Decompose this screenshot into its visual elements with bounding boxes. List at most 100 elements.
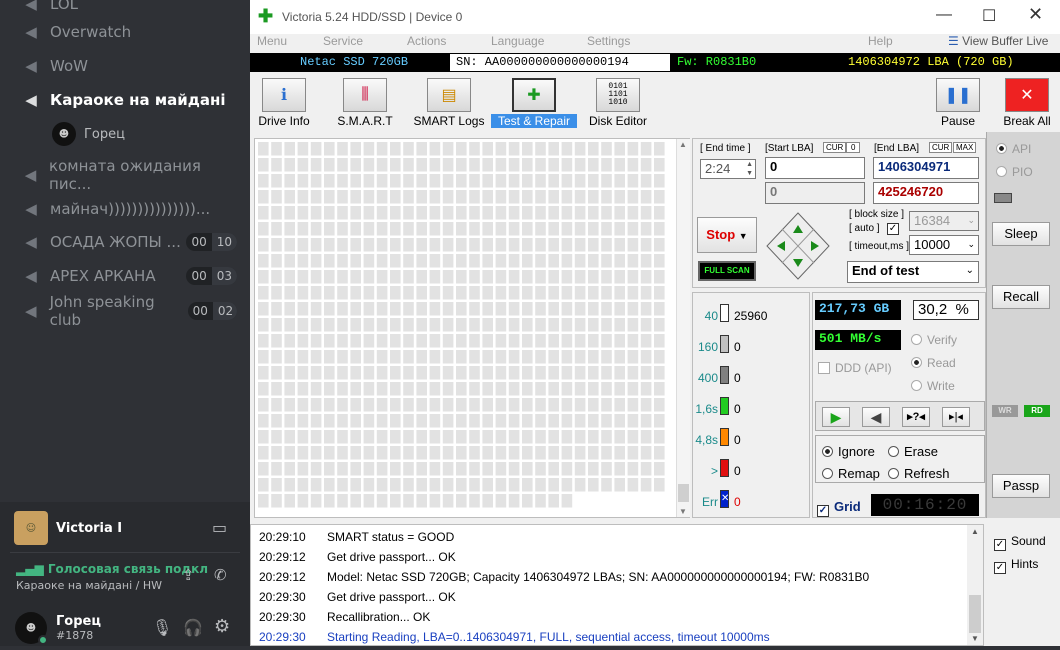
full-scan-button[interactable]: FULL SCAN [698, 261, 756, 281]
hints-checkbox[interactable]: ✓ Hints [994, 557, 1038, 574]
butterfly-icon[interactable]: ▸|◂ [942, 407, 970, 427]
voice-channel-label[interactable]: Караоке на майдані / HW [16, 579, 162, 592]
api-radio[interactable]: API [996, 142, 1031, 156]
pause-button[interactable]: ❚❚ Pause [936, 76, 980, 128]
map-block [310, 414, 322, 428]
map-block [403, 142, 414, 156]
menu-language[interactable]: Language [491, 34, 544, 52]
map-block [442, 158, 454, 172]
timeout-select[interactable]: 10000 ⌄ [909, 235, 979, 255]
refresh-radio[interactable]: Refresh [888, 466, 950, 481]
start-zero-button[interactable]: 0 [846, 142, 861, 153]
break-all-button[interactable]: ✕ Break All [1002, 76, 1052, 128]
map-block [601, 302, 612, 316]
map-block [442, 446, 454, 460]
menu-service[interactable]: Service [323, 34, 363, 52]
map-block [297, 222, 309, 236]
scan-settings-panel: [ End time ] 2:24 ▲ ▼ [Start LBA] CUR 0 0 … [692, 138, 986, 288]
end-time-field[interactable]: 2:24 ▲ ▼ [700, 159, 756, 179]
pio-radio[interactable]: PIO [996, 165, 1033, 179]
end-lba-input[interactable]: 1406304971 [873, 157, 979, 179]
voice-member[interactable]: ☻ Горец [52, 121, 125, 147]
menu-help[interactable]: Help [868, 34, 893, 52]
drive-info-tab[interactable]: ℹ Drive Info [256, 76, 312, 128]
view-buffer-live[interactable]: ☰ View Buffer Live [948, 34, 1048, 52]
map-block [469, 462, 480, 476]
channel-osada[interactable]: ◀ ОСАДА ЖОПЫ ... 00 10 [22, 229, 237, 255]
map-block [561, 286, 573, 300]
serial-close[interactable]: x [632, 55, 639, 69]
map-block [363, 142, 375, 156]
channel-john[interactable]: ◀ John speaking club 00 02 [22, 293, 237, 329]
erase-radio[interactable]: Erase [888, 444, 938, 459]
random-seek-icon[interactable]: ▸?◂ [902, 407, 930, 427]
ddd-checkbox[interactable]: DDD (API) [818, 361, 892, 375]
activity-row[interactable]: ☺ Victoria I [14, 511, 122, 545]
sleep-button[interactable]: Sleep [992, 222, 1050, 246]
map-block [522, 398, 533, 412]
settings-gear-icon[interactable]: ⚙ [214, 616, 230, 637]
remap-radio[interactable]: Remap [822, 466, 880, 481]
start-cur-button[interactable]: CUR [823, 142, 847, 153]
end-cur-button[interactable]: CUR [929, 142, 953, 153]
passport-button[interactable]: Passp [992, 474, 1050, 498]
verify-radio[interactable]: Verify [911, 333, 957, 347]
map-scrollbar[interactable]: ▲ ▼ [676, 139, 690, 517]
user-info[interactable]: ☻ Горец #1878 [15, 612, 101, 645]
stream-icon[interactable]: ⇪ [182, 566, 195, 584]
recall-button[interactable]: Recall [992, 285, 1050, 309]
menu-settings[interactable]: Settings [587, 34, 630, 52]
channel-apex[interactable]: ◀ APEX АРКАНА 00 03 [22, 263, 237, 289]
sound-checkbox[interactable]: ✓ Sound [994, 534, 1046, 551]
channel-overwatch[interactable]: ◀ Overwatch [22, 19, 237, 45]
map-block [258, 302, 269, 316]
start-lba-input[interactable]: 0 [765, 157, 865, 179]
log-scrollbar[interactable]: ▲ ▼ [967, 525, 983, 645]
direction-pad[interactable] [765, 211, 831, 281]
map-block [376, 254, 388, 268]
map-block [469, 286, 480, 300]
auto-checkbox[interactable]: ✓ [887, 223, 899, 235]
minimize-icon[interactable]: — [936, 6, 952, 24]
menu-actions[interactable]: Actions [407, 34, 446, 52]
smart-tab[interactable]: ⫼ S.M.A.R.T [332, 76, 398, 128]
map-block [614, 174, 625, 188]
screen-share-icon[interactable]: ▭ [212, 518, 227, 537]
channel-karaoke[interactable]: ◀ Караоке на майдані [22, 87, 237, 113]
rewind-icon[interactable]: ◀ [862, 407, 890, 427]
map-block [416, 206, 427, 220]
smart-logs-tab[interactable]: ▤ SMART Logs [412, 76, 486, 128]
close-icon[interactable]: ✕ [1028, 4, 1043, 25]
grid-checkbox[interactable]: ✓ Grid [817, 499, 861, 517]
channel-waiting[interactable]: ◀ комната ожидания пис... [22, 157, 237, 193]
end-max-button[interactable]: MAX [953, 142, 977, 153]
play-icon[interactable]: ▶ [822, 407, 850, 427]
log-entry: 20:29:30 Starting Reading, LBA=0..1406304… [259, 630, 770, 650]
menu-menu[interactable]: Menu [257, 34, 287, 52]
read-radio[interactable]: Read [911, 356, 956, 370]
map-block [522, 462, 533, 476]
block-size-select[interactable]: 16384 ⌄ [909, 211, 979, 231]
channel-wow[interactable]: ◀ WoW [22, 53, 237, 79]
write-radio[interactable]: Write [911, 379, 955, 393]
disconnect-icon[interactable]: ✆ [214, 566, 227, 584]
channel-mainach[interactable]: ◀ майнач)))))))))))))))... [22, 196, 237, 222]
map-block [324, 382, 335, 396]
test-repair-tab[interactable]: ✚ Test & Repair [491, 76, 577, 128]
stop-button[interactable]: Stop ▼ [697, 217, 757, 253]
end-of-test-select[interactable]: End of test ⌄ [847, 261, 979, 283]
channel-lol[interactable]: ◀ LOL [22, 0, 237, 17]
headphones-icon[interactable]: 🎧 [183, 618, 203, 637]
elapsed-timer: 00:16:20 [871, 494, 979, 516]
microphone-icon[interactable]: 🎙 [152, 618, 172, 637]
spin-icon[interactable]: ▲ ▼ [746, 160, 753, 178]
ignore-radio[interactable]: Ignore [822, 444, 875, 459]
map-block [324, 190, 335, 204]
map-block [588, 366, 599, 380]
disk-editor-tab[interactable]: 0101 1101 1010 Disk Editor [588, 76, 648, 128]
map-block [588, 462, 599, 476]
map-block [535, 334, 546, 348]
maximize-icon[interactable]: ☐ [982, 6, 996, 26]
map-block [482, 494, 493, 508]
map-block [522, 494, 533, 508]
